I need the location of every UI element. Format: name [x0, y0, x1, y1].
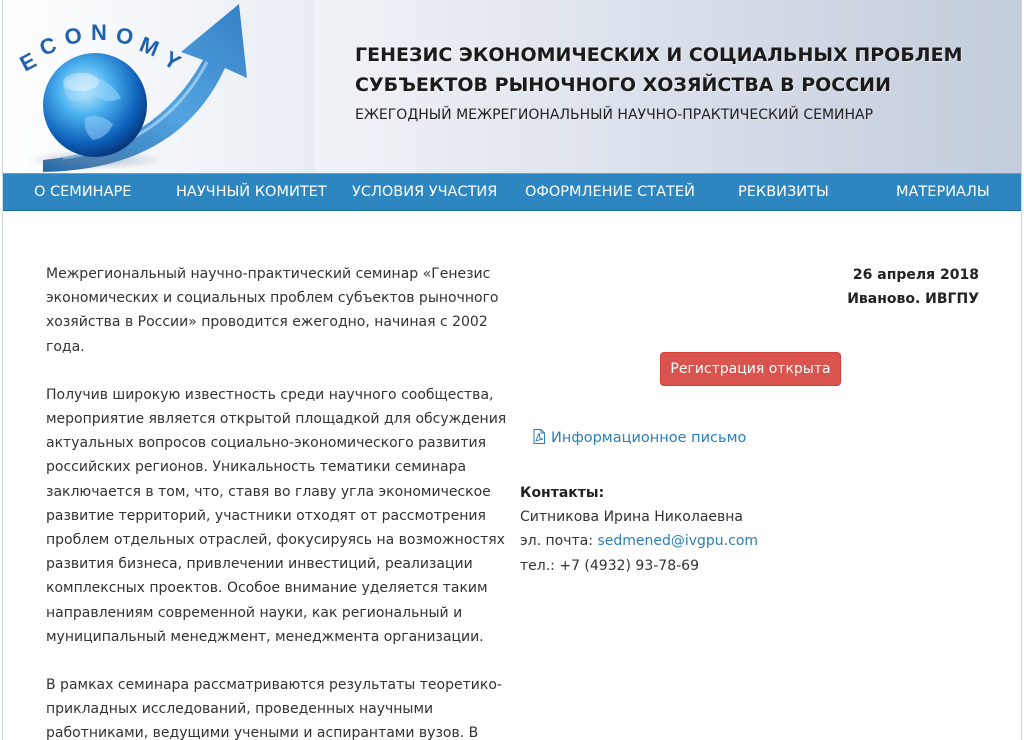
- registration-button[interactable]: Регистрация открыта: [660, 352, 841, 386]
- contact-phone: тел.: +7 (4932) 93-78-69: [520, 557, 699, 574]
- site-title-line-2: СУБЪЕКТОВ РЫНОЧНОГО ХОЗЯЙСТВА В РОССИИ: [355, 74, 891, 96]
- nav-item-about[interactable]: О СЕМИНАРЕ: [34, 174, 131, 212]
- svg-text:N: N: [91, 20, 107, 45]
- nav-item-committee[interactable]: НАУЧНЫЙ КОМИТЕТ: [176, 174, 327, 212]
- description-paragraph: Получив широкую известность среди научно…: [46, 386, 507, 645]
- event-info: 26 апреля 2018 Иваново. ИВГПУ: [847, 263, 979, 311]
- nav-item-formatting[interactable]: ОФОРМЛЕНИЕ СТАТЕЙ: [525, 174, 695, 212]
- contact-email-label: эл. почта:: [520, 533, 593, 550]
- page-frame: E C O N O M Y ГЕНЕЗИС ЭКОНОМИЧЕСКИХ И СО…: [2, 0, 1022, 740]
- nav-item-requisites[interactable]: РЕКВИЗИТЫ: [738, 174, 829, 212]
- intro-paragraph: Межрегиональный научно-практический семи…: [46, 266, 499, 355]
- nav-item-materials[interactable]: МАТЕРИАЛЫ: [896, 174, 990, 212]
- research-paragraph: В рамках семинара рассматриваются резуль…: [46, 677, 502, 740]
- site-subtitle: ЕЖЕГОДНЫЙ МЕЖРЕГИОНАЛЬНЫЙ НАУЧНО-ПРАКТИЧ…: [355, 107, 874, 123]
- pdf-file-icon: [533, 429, 545, 444]
- contact-name: Ситникова Ирина Николаевна: [520, 509, 743, 526]
- info-letter-link[interactable]: Информационное письмо: [533, 429, 746, 446]
- main-content: Межрегиональный научно-практический семи…: [46, 262, 508, 740]
- nav-item-conditions[interactable]: УСЛОВИЯ УЧАСТИЯ: [352, 174, 497, 212]
- economy-logo: E C O N O M Y: [3, 0, 315, 173]
- event-date: 26 апреля 2018: [852, 267, 979, 283]
- contact-email-row: эл. почта: sedmened@ivgpu.com: [520, 529, 758, 553]
- contacts-block: Контакты: Ситникова Ирина Николаевна эл.…: [520, 481, 758, 578]
- site-title-line-1: ГЕНЕЗИС ЭКОНОМИЧЕСКИХ И СОЦИАЛЬНЫХ ПРОБЛ…: [355, 44, 963, 66]
- contacts-heading: Контакты:: [520, 485, 605, 501]
- site-title-block: ГЕНЕЗИС ЭКОНОМИЧЕСКИХ И СОЦИАЛЬНЫХ ПРОБЛ…: [355, 40, 962, 123]
- info-letter-label: Информационное письмо: [551, 430, 747, 446]
- contact-email-link[interactable]: sedmened@ivgpu.com: [597, 533, 758, 549]
- site-header: E C O N O M Y ГЕНЕЗИС ЭКОНОМИЧЕСКИХ И СО…: [3, 0, 1021, 173]
- main-nav: О СЕМИНАРЕ НАУЧНЫЙ КОМИТЕТ УСЛОВИЯ УЧАСТ…: [3, 173, 1021, 212]
- event-place: Иваново. ИВГПУ: [847, 291, 979, 307]
